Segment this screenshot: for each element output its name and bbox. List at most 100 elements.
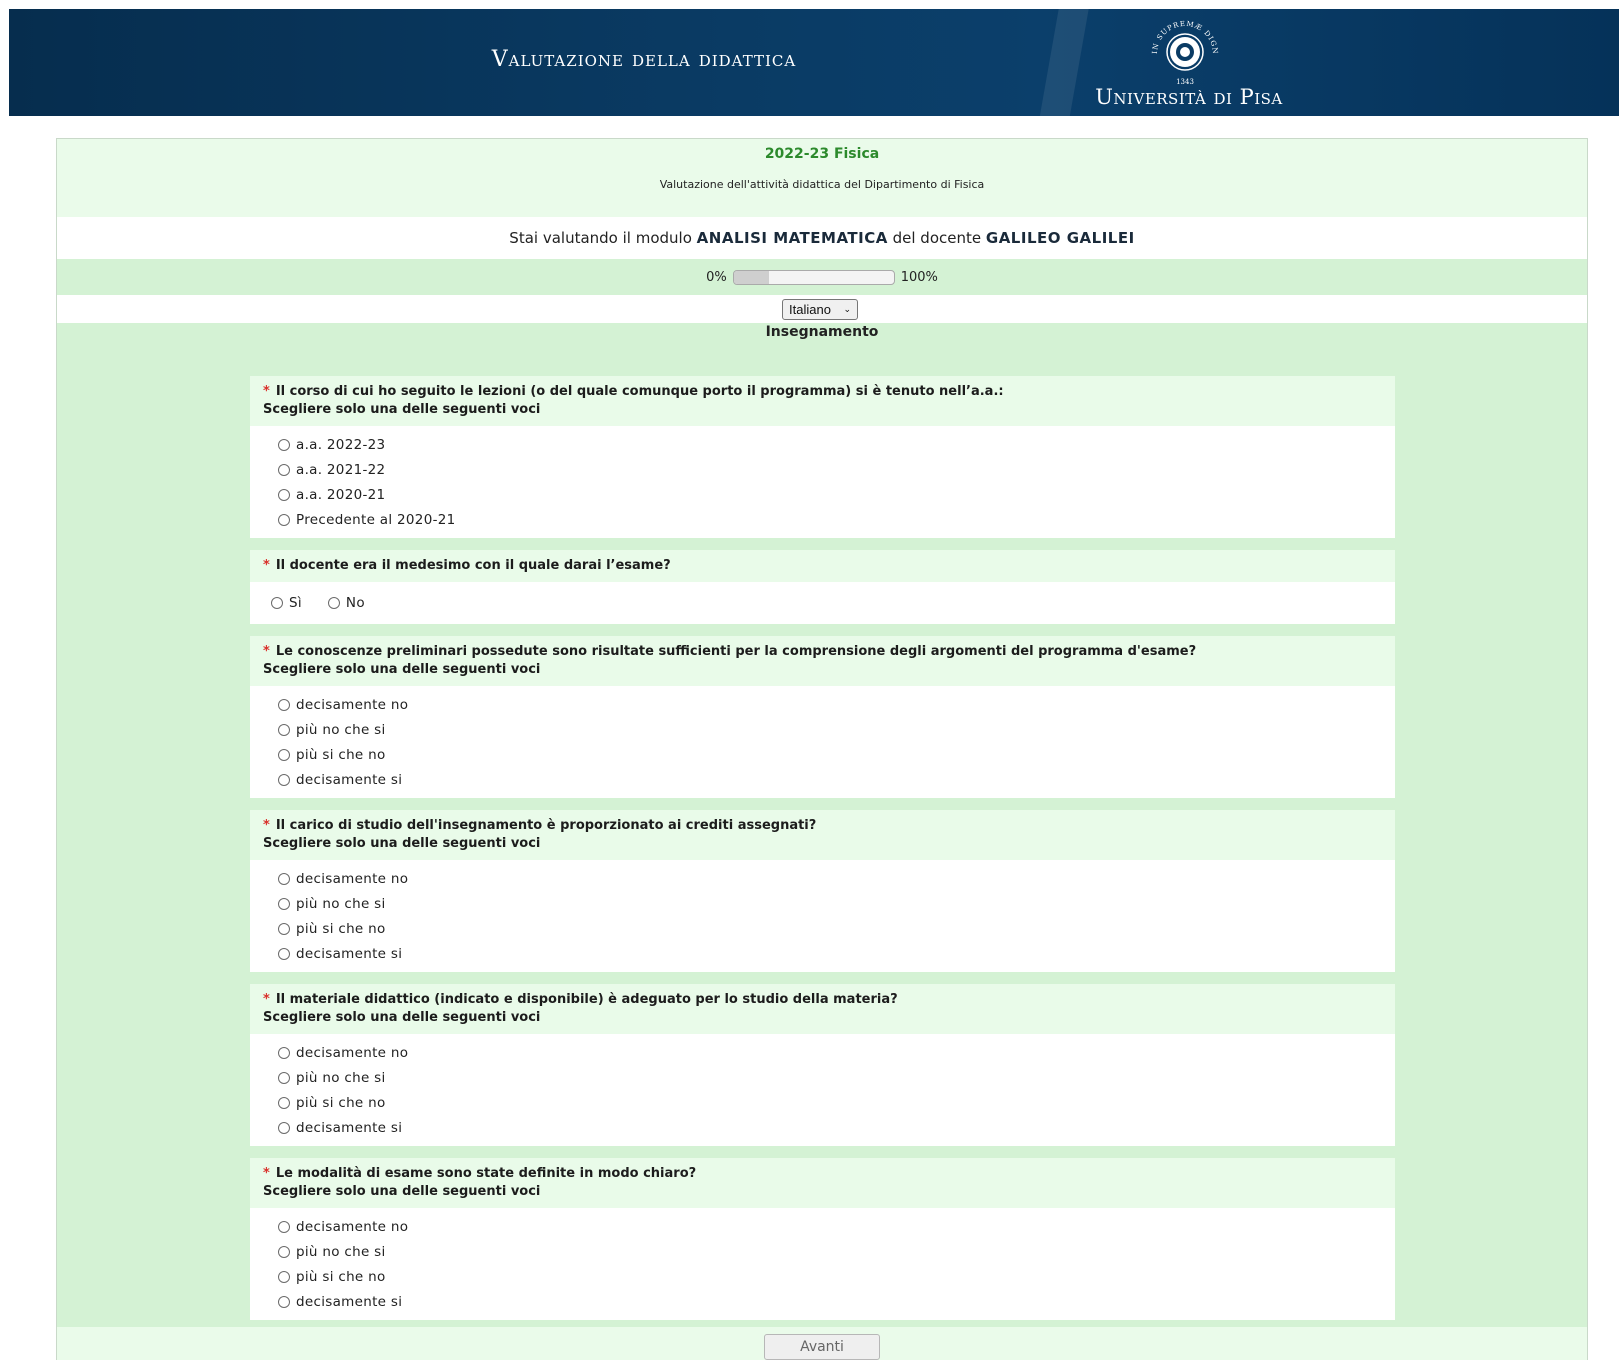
radio-option-label: a.a. 2020-21 xyxy=(296,486,386,503)
radio-option-label: più si che no xyxy=(296,1094,386,1111)
radio-option[interactable]: più no che si xyxy=(278,717,1382,742)
question-options: decisamente no più no che si più si che no… xyxy=(250,1208,1395,1320)
radio-button[interactable] xyxy=(278,513,290,526)
radio-option[interactable]: decisamente no xyxy=(278,1214,1382,1239)
university-seal-icon: IN SUPREMÆ DIGNITATIS 1343 xyxy=(1147,14,1218,86)
radio-option-label: più no che si xyxy=(296,895,386,912)
site-title: Valutazione della didattica xyxy=(491,47,797,72)
language-selected: Italiano xyxy=(789,302,831,317)
survey-description: Valutazione dell'attività didattica del … xyxy=(659,178,985,191)
radio-button[interactable] xyxy=(271,597,283,609)
question-block: * Le conoscenze preliminari possedute son… xyxy=(250,636,1395,798)
chevron-down-icon: ⌄ xyxy=(843,304,851,314)
survey-info: 2022-23 Fisica Valutazione dell'attività… xyxy=(57,139,1587,217)
university-name: Università di Pisa xyxy=(1095,85,1283,109)
radio-button[interactable] xyxy=(278,1096,290,1109)
radio-option[interactable]: più si che no xyxy=(278,1264,1382,1289)
question-options: decisamente no più no che si più si che no… xyxy=(250,1034,1395,1146)
radio-option[interactable]: decisamente si xyxy=(278,1289,1382,1314)
radio-button[interactable] xyxy=(278,1270,290,1283)
site-header: Valutazione della didattica IN SUPREMÆ D… xyxy=(9,9,1619,116)
radio-option[interactable]: decisamente no xyxy=(278,866,1382,891)
radio-option[interactable]: decisamente si xyxy=(278,941,1382,966)
radio-option-label: decisamente no xyxy=(296,1218,409,1235)
radio-option[interactable]: a.a. 2021-22 xyxy=(278,457,1382,482)
module-name: ANALISI MATEMATICA xyxy=(696,229,888,247)
question-text: Il corso di cui ho seguito le lezioni (o… xyxy=(275,384,1004,399)
language-select[interactable]: Italiano ⌄ xyxy=(782,299,858,320)
evaluation-prefix: Stai valutando il modulo xyxy=(509,229,692,247)
radio-option-label: più no che si xyxy=(296,1069,386,1086)
radio-option-label: decisamente no xyxy=(296,696,409,713)
required-marker: * xyxy=(263,558,270,573)
radio-button[interactable] xyxy=(278,463,290,476)
radio-option[interactable]: più no che si xyxy=(278,891,1382,916)
radio-option[interactable]: a.a. 2022-23 xyxy=(278,432,1382,457)
question-header: * Il carico di studio dell'insegnamento è… xyxy=(250,810,1395,860)
radio-button[interactable] xyxy=(278,872,290,885)
radio-option[interactable]: a.a. 2020-21 xyxy=(278,482,1382,507)
survey-container: 2022-23 Fisica Valutazione dell'attività… xyxy=(56,138,1588,1360)
question-block: * Il materiale didattico (indicato e disp… xyxy=(250,984,1395,1146)
question-options: a.a. 2022-23 a.a. 2021-22 a.a. 2020-21 Prec… xyxy=(250,426,1395,538)
radio-button[interactable] xyxy=(278,698,290,711)
progress-area: 0% 100% xyxy=(57,259,1587,295)
radio-option[interactable]: Sì xyxy=(271,591,302,616)
radio-button[interactable] xyxy=(278,1046,290,1059)
radio-option[interactable]: decisamente no xyxy=(278,692,1382,717)
radio-button[interactable] xyxy=(278,1295,290,1308)
required-marker: * xyxy=(263,992,270,1007)
radio-option[interactable]: No xyxy=(327,591,365,616)
question-block: * Il carico di studio dell'insegnamento è… xyxy=(250,810,1395,972)
radio-option-label: decisamente no xyxy=(296,870,409,887)
question-hint: Scegliere solo una delle seguenti voci xyxy=(263,1010,541,1025)
radio-button[interactable] xyxy=(278,922,290,935)
radio-button[interactable] xyxy=(278,1071,290,1084)
required-marker: * xyxy=(263,384,270,399)
radio-button[interactable] xyxy=(278,1245,290,1258)
radio-option[interactable]: più no che si xyxy=(278,1065,1382,1090)
question-hint: Scegliere solo una delle seguenti voci xyxy=(263,662,541,677)
radio-button[interactable] xyxy=(278,947,290,960)
course-year: 2022-23 Fisica xyxy=(764,146,880,162)
teacher-name: GALILEO GALILEI xyxy=(985,229,1135,247)
radio-button[interactable] xyxy=(278,723,290,736)
question-header: * Le modalità di esame sono state definit… xyxy=(250,1158,1395,1208)
question-hint: Scegliere solo una delle seguenti voci xyxy=(263,836,541,851)
question-block: * Il corso di cui ho seguito le lezioni (… xyxy=(250,376,1395,538)
question-header: * Le conoscenze preliminari possedute son… xyxy=(250,636,1395,686)
radio-option-label: decisamente si xyxy=(296,771,403,788)
question-text: Il carico di studio dell'insegnamento è … xyxy=(275,818,817,833)
radio-option-label: a.a. 2022-23 xyxy=(296,436,386,453)
progress-bar xyxy=(732,269,895,285)
radio-option[interactable]: più si che no xyxy=(278,1090,1382,1115)
question-text: Le modalità di esame sono state definite… xyxy=(275,1166,697,1181)
question-hint: Scegliere solo una delle seguenti voci xyxy=(263,402,541,417)
question-text: Le conoscenze preliminari possedute sono… xyxy=(275,644,1197,659)
radio-button[interactable] xyxy=(278,1220,290,1233)
progress-start-label: 0% xyxy=(706,269,727,285)
required-marker: * xyxy=(263,644,270,659)
radio-option[interactable]: più no che si xyxy=(278,1239,1382,1264)
radio-option[interactable]: decisamente si xyxy=(278,1115,1382,1140)
radio-button[interactable] xyxy=(327,597,340,609)
radio-button[interactable] xyxy=(278,748,290,761)
radio-button[interactable] xyxy=(278,773,290,786)
radio-option-label: più si che no xyxy=(296,1268,386,1285)
question-options: decisamente no più no che si più si che no… xyxy=(250,686,1395,798)
radio-option[interactable]: decisamente si xyxy=(278,767,1382,792)
radio-option-label: decisamente si xyxy=(296,945,403,962)
radio-button[interactable] xyxy=(278,438,290,451)
next-button[interactable]: Avanti xyxy=(764,1334,880,1360)
question-text: Il docente era il medesimo con il quale … xyxy=(275,558,671,573)
evaluation-subject: Stai valutando il modulo ANALISI MATEMAT… xyxy=(57,217,1587,259)
radio-button[interactable] xyxy=(278,897,290,910)
radio-option-label: decisamente si xyxy=(296,1119,403,1136)
radio-option[interactable]: più si che no xyxy=(278,916,1382,941)
radio-option[interactable]: Precedente al 2020-21 xyxy=(278,507,1382,532)
radio-option[interactable]: più si che no xyxy=(278,742,1382,767)
radio-option[interactable]: decisamente no xyxy=(278,1040,1382,1065)
radio-button[interactable] xyxy=(278,1121,290,1134)
radio-option-label: più si che no xyxy=(296,920,386,937)
radio-button[interactable] xyxy=(278,488,290,501)
